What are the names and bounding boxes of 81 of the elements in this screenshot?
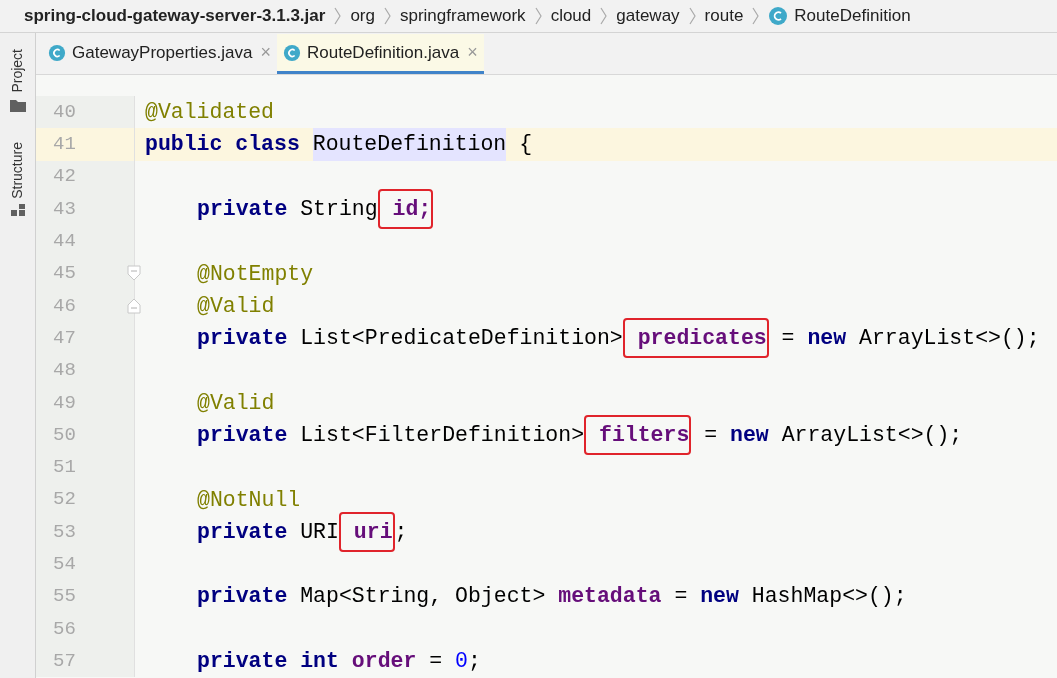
keyword-text: new	[807, 325, 848, 353]
code-text: =	[428, 648, 444, 676]
fold-end-icon[interactable]	[127, 297, 141, 314]
tab-label: RouteDefinition.java	[307, 41, 460, 64]
line-number: 43	[53, 196, 76, 222]
breadcrumb-item[interactable]: cloud	[550, 3, 592, 29]
annotation-text: @Validated	[145, 99, 275, 126]
line-number: 50	[53, 422, 76, 448]
code-text: ArrayList<>();	[859, 325, 1040, 353]
chevron-icon	[334, 7, 342, 25]
line-number: 57	[53, 648, 76, 674]
chevron-icon	[534, 7, 542, 25]
code-text: Map<String, Object>	[300, 583, 547, 611]
code-text: URI	[300, 518, 339, 546]
keyword-text: private	[197, 583, 289, 611]
tool-window-tab[interactable]: Project	[7, 49, 28, 93]
highlighted-field: predicates	[622, 318, 769, 359]
keyword-text: private	[197, 195, 289, 223]
class-icon	[48, 43, 66, 62]
class-icon	[768, 6, 789, 26]
keyword-text: new	[700, 583, 740, 611]
chevron-icon	[600, 7, 608, 25]
code-text: String	[300, 195, 378, 223]
code-text: ;	[467, 648, 481, 676]
field-name: metadata	[558, 583, 662, 611]
number-literal: 0	[455, 648, 468, 676]
line-number: 41	[53, 132, 76, 158]
keyword-text: private	[197, 422, 289, 449]
code-text: =	[780, 325, 796, 353]
breadcrumb-item[interactable]: org	[350, 3, 375, 29]
class-icon	[283, 43, 301, 62]
line-number: 56	[53, 616, 76, 642]
line-number: 53	[53, 519, 76, 545]
annotation-text: @Valid	[197, 389, 275, 417]
line-number: 55	[53, 584, 76, 610]
line-number: 44	[53, 229, 76, 255]
highlighted-field: uri	[338, 511, 395, 553]
keyword-text: public class	[145, 131, 301, 159]
highlighted-field: filters	[584, 415, 692, 456]
highlighted-field: id;	[377, 188, 434, 230]
chevron-icon	[383, 7, 391, 25]
chevron-icon	[688, 7, 696, 25]
keyword-text: private	[197, 325, 289, 353]
field-name: order	[351, 648, 417, 676]
folder-icon	[9, 98, 26, 112]
editor-tab[interactable]: RouteDefinition.java ×	[277, 34, 484, 74]
annotation-text: @NotNull	[197, 486, 301, 514]
line-number: 52	[53, 487, 76, 513]
class-name: RouteDefinition	[312, 128, 507, 161]
line-number: 47	[53, 325, 76, 351]
chevron-icon	[752, 7, 760, 25]
line-number: 42	[53, 164, 76, 190]
code-text: HashMap<>();	[751, 583, 907, 611]
tab-label: GatewayProperties.java	[72, 41, 253, 64]
breadcrumb-item[interactable]: route	[704, 3, 744, 29]
code-text: List<FilterDefinition>	[300, 422, 585, 449]
breadcrumb-item[interactable]: gateway	[616, 3, 680, 29]
line-number: 49	[53, 390, 76, 416]
line-number: 54	[53, 552, 76, 578]
breadcrumb-item[interactable]: RouteDefinition	[794, 3, 911, 29]
annotation-text: @Valid	[197, 292, 275, 320]
code-text: {	[518, 131, 533, 159]
tool-window-tab[interactable]: Structure	[7, 141, 28, 199]
breadcrumb-item[interactable]: spring-cloud-gateway-server-3.1.3.jar	[24, 3, 326, 29]
line-number: 48	[53, 358, 76, 384]
keyword-text: private	[197, 518, 289, 546]
code-text: =	[673, 583, 689, 611]
breadcrumb-item[interactable]: springframework	[399, 3, 526, 29]
line-number: 46	[53, 293, 76, 319]
code-text: ArrayList<>();	[781, 422, 963, 449]
line-number: 51	[53, 455, 76, 481]
line-number: 40	[53, 99, 76, 125]
keyword-text: new	[730, 422, 770, 449]
annotation-text: @NotEmpty	[197, 260, 314, 288]
code-text: List<PredicateDefinition>	[300, 325, 623, 353]
code-text: =	[703, 422, 719, 449]
code-text: ;	[394, 518, 408, 546]
fold-start-icon[interactable]	[127, 265, 141, 282]
keyword-text: private int	[197, 648, 340, 676]
structure-icon	[10, 204, 25, 217]
line-number: 45	[53, 261, 76, 287]
